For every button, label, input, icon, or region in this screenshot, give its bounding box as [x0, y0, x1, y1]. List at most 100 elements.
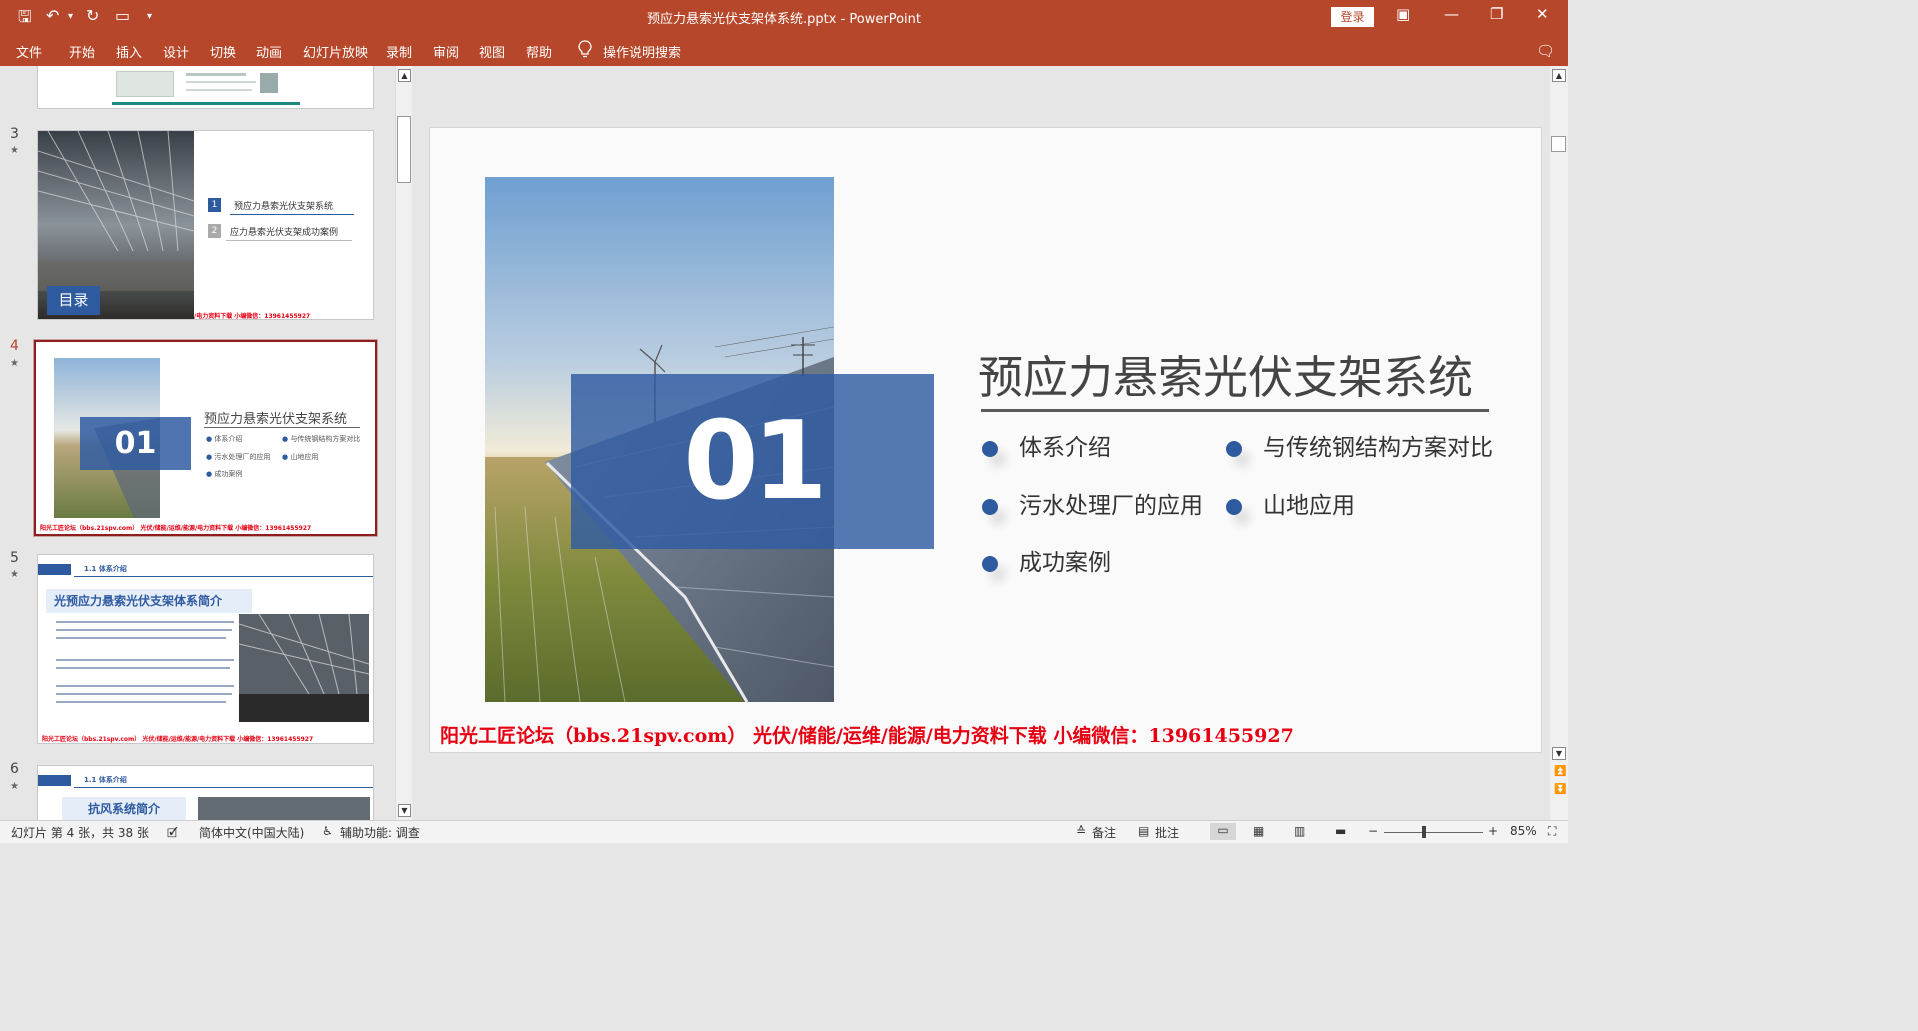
normal-view-icon[interactable]: ▭: [1210, 823, 1236, 840]
notes-button[interactable]: 备注: [1092, 824, 1116, 841]
tab-review[interactable]: 审阅: [433, 42, 459, 61]
scroll-up-icon[interactable]: ▲: [398, 69, 411, 82]
thumbnail-scrollbar[interactable]: ▲ ▼: [395, 66, 412, 820]
accessibility-icon[interactable]: ♿: [322, 824, 333, 838]
tell-me-search[interactable]: 操作说明搜索: [603, 42, 681, 61]
tab-design[interactable]: 设计: [163, 42, 189, 61]
title-bar: 🖫 ↶ ▾ ↻ ▭ ▾ 预应力悬索光伏支架体系统.pptx - PowerPoi…: [0, 0, 1568, 34]
scroll-thumb[interactable]: [397, 116, 411, 183]
slide-thumbnail-4[interactable]: 01 预应力悬索光伏支架系统 ● 体系介绍 ● 与传统钢结构方案对比 ● 污水处…: [33, 339, 378, 537]
previous-slide-icon[interactable]: ⏫: [1554, 766, 1566, 777]
tab-insert[interactable]: 插入: [116, 42, 142, 61]
thumb-item-5: 成功案例: [214, 470, 243, 478]
login-button[interactable]: 登录: [1331, 7, 1374, 27]
animation-star-icon: ★: [10, 569, 19, 580]
tab-transitions[interactable]: 切换: [210, 42, 236, 61]
thumb-item-1: 体系介绍: [214, 435, 243, 443]
zoom-slider-track[interactable]: [1384, 832, 1483, 833]
comments-button[interactable]: 批注: [1155, 824, 1179, 841]
title-underline: [981, 409, 1489, 412]
zoom-in-icon[interactable]: +: [1488, 824, 1498, 838]
slide-editor: 01 预应力悬索光伏支架系统 体系介绍 与传统钢结构方案对比 污水处理厂的应用 …: [413, 66, 1550, 820]
zoom-level[interactable]: 85%: [1510, 824, 1537, 838]
status-bar: 幻灯片 第 4 张，共 38 张 🗹 简体中文(中国大陆) ♿ 辅助功能: 调查…: [0, 820, 1568, 843]
thumb-section-number: 01: [80, 417, 191, 470]
bullet-dot-icon: [1226, 498, 1242, 515]
bullet-item-2: 与传统钢结构方案对比: [1226, 428, 1493, 462]
scroll-thumb[interactable]: [1551, 136, 1566, 152]
spelling-check-icon[interactable]: 🗹: [167, 824, 178, 845]
fit-to-window-icon[interactable]: ⛶: [1548, 824, 1556, 839]
thumb-section: 1.1 体系介绍: [84, 776, 127, 784]
comments-icon[interactable]: 🗨: [1536, 42, 1555, 60]
tab-view[interactable]: 视图: [479, 42, 505, 61]
scroll-down-icon[interactable]: ▼: [1552, 747, 1566, 760]
scroll-down-icon[interactable]: ▼: [398, 804, 411, 817]
slide-counter: 幻灯片 第 4 张，共 38 张: [11, 826, 149, 840]
slide-footer: 阳光工匠论坛（bbs.21spv.com） 光伏/储能/运维/能源/电力资料下载…: [440, 725, 1294, 747]
thumb-item-3: 污水处理厂的应用: [214, 453, 271, 461]
slide-number-4: 4: [10, 338, 19, 354]
lightbulb-icon: [578, 40, 592, 58]
slide-thumbnail-pane: 3 ★ 目录 1 预应力悬索光伏支架系统 2 应力悬索光伏支架成功案例 /电力资…: [0, 66, 413, 820]
tab-home[interactable]: 开始: [69, 42, 95, 61]
toc-num-2: 2: [208, 224, 221, 238]
bullet-item-3: 污水处理厂的应用: [982, 486, 1203, 520]
canopy-photo-small: [239, 614, 369, 722]
slide-number-6: 6: [10, 761, 19, 777]
bullet-dot-icon: [982, 498, 998, 515]
tab-slideshow[interactable]: 幻灯片放映: [303, 42, 368, 61]
toc-item-1: 预应力悬索光伏支架系统: [234, 202, 334, 212]
slide-thumbnail-6[interactable]: 1.1 体系介绍 抗风系统简介: [37, 765, 374, 820]
thumb-item-4: 山地应用: [290, 453, 319, 461]
thumb-footer: 阳光工匠论坛（bbs.21spv.com） 光伏/储能/运维/能源/电力资料下载…: [40, 525, 312, 532]
bullet-dot-icon: [982, 555, 998, 572]
language-indicator[interactable]: 简体中文(中国大陆): [199, 824, 304, 841]
animation-star-icon: ★: [10, 145, 19, 156]
ribbon-tabs: 文件 开始 插入 设计 切换 动画 幻灯片放映 录制 审阅 视图 帮助 操作说明…: [0, 34, 1568, 66]
ribbon-display-icon[interactable]: ▣: [1396, 5, 1410, 23]
bullet-dot-icon: [982, 440, 998, 457]
bullet-item-4: 山地应用: [1226, 486, 1355, 520]
tab-record[interactable]: 录制: [386, 42, 412, 61]
thumb-item-2: 与传统钢结构方案对比: [290, 435, 361, 443]
section-number: 01: [683, 399, 827, 524]
tab-help[interactable]: 帮助: [526, 42, 552, 61]
thumb-heading: 抗风系统简介: [62, 797, 186, 820]
animation-star-icon: ★: [10, 781, 19, 792]
zoom-out-icon[interactable]: −: [1368, 824, 1378, 838]
scroll-up-icon[interactable]: ▲: [1552, 69, 1566, 82]
tab-file[interactable]: 文件: [16, 42, 42, 61]
tab-animations[interactable]: 动画: [256, 42, 282, 61]
notes-icon[interactable]: ≙: [1076, 824, 1086, 838]
zoom-slider-handle[interactable]: [1422, 826, 1426, 838]
bullet-item-1: 体系介绍: [982, 428, 1111, 462]
slide-title: 预应力悬索光伏支架系统: [978, 351, 1474, 404]
thumb-title: 预应力悬索光伏支架系统: [204, 412, 348, 427]
slideshow-view-icon[interactable]: ▬: [1335, 824, 1346, 838]
reading-view-icon[interactable]: ▥: [1294, 824, 1305, 838]
toc-num-1: 1: [208, 198, 221, 212]
current-slide[interactable]: 01 预应力悬索光伏支架系统 体系介绍 与传统钢结构方案对比 污水处理厂的应用 …: [429, 127, 1542, 753]
comments-status-icon[interactable]: ▤: [1138, 824, 1149, 838]
thumb-footer: /电力资料下载 小编微信：13961455927: [194, 313, 311, 320]
slide-sorter-icon[interactable]: ▦: [1253, 824, 1264, 838]
animation-star-icon: ★: [10, 358, 19, 369]
thumb-heading: 光预应力悬索光伏支架体系简介: [46, 589, 252, 613]
slide-thumbnail-5[interactable]: 1.1 体系介绍 光预应力悬索光伏支架体系简介 阳光工匠论坛（bbs.21spv…: [37, 554, 374, 744]
slide-thumbnail-3[interactable]: 目录 1 预应力悬索光伏支架系统 2 应力悬索光伏支架成功案例 /电力资料下载 …: [37, 130, 374, 320]
slide-thumbnail-2[interactable]: [37, 66, 374, 109]
accessibility-status[interactable]: 辅助功能: 调查: [340, 824, 420, 841]
thumb-section: 1.1 体系介绍: [84, 565, 127, 573]
slide-number-5: 5: [10, 550, 19, 566]
minimize-icon[interactable]: —: [1444, 5, 1459, 23]
restore-icon[interactable]: ❐: [1490, 5, 1503, 23]
slide-number-3: 3: [10, 126, 19, 142]
close-icon[interactable]: ✕: [1536, 5, 1549, 23]
next-slide-icon[interactable]: ⏬: [1554, 784, 1566, 795]
editor-scrollbar[interactable]: ▲ ▼ ⏫ ⏬: [1550, 66, 1568, 820]
toc-item-2: 应力悬索光伏支架成功案例: [230, 228, 339, 238]
bullet-item-5: 成功案例: [982, 543, 1111, 577]
thumb-footer: 阳光工匠论坛（bbs.21spv.com） 光伏/储能/运维/能源/电力资料下载…: [42, 736, 314, 743]
toc-title: 目录: [47, 286, 100, 315]
